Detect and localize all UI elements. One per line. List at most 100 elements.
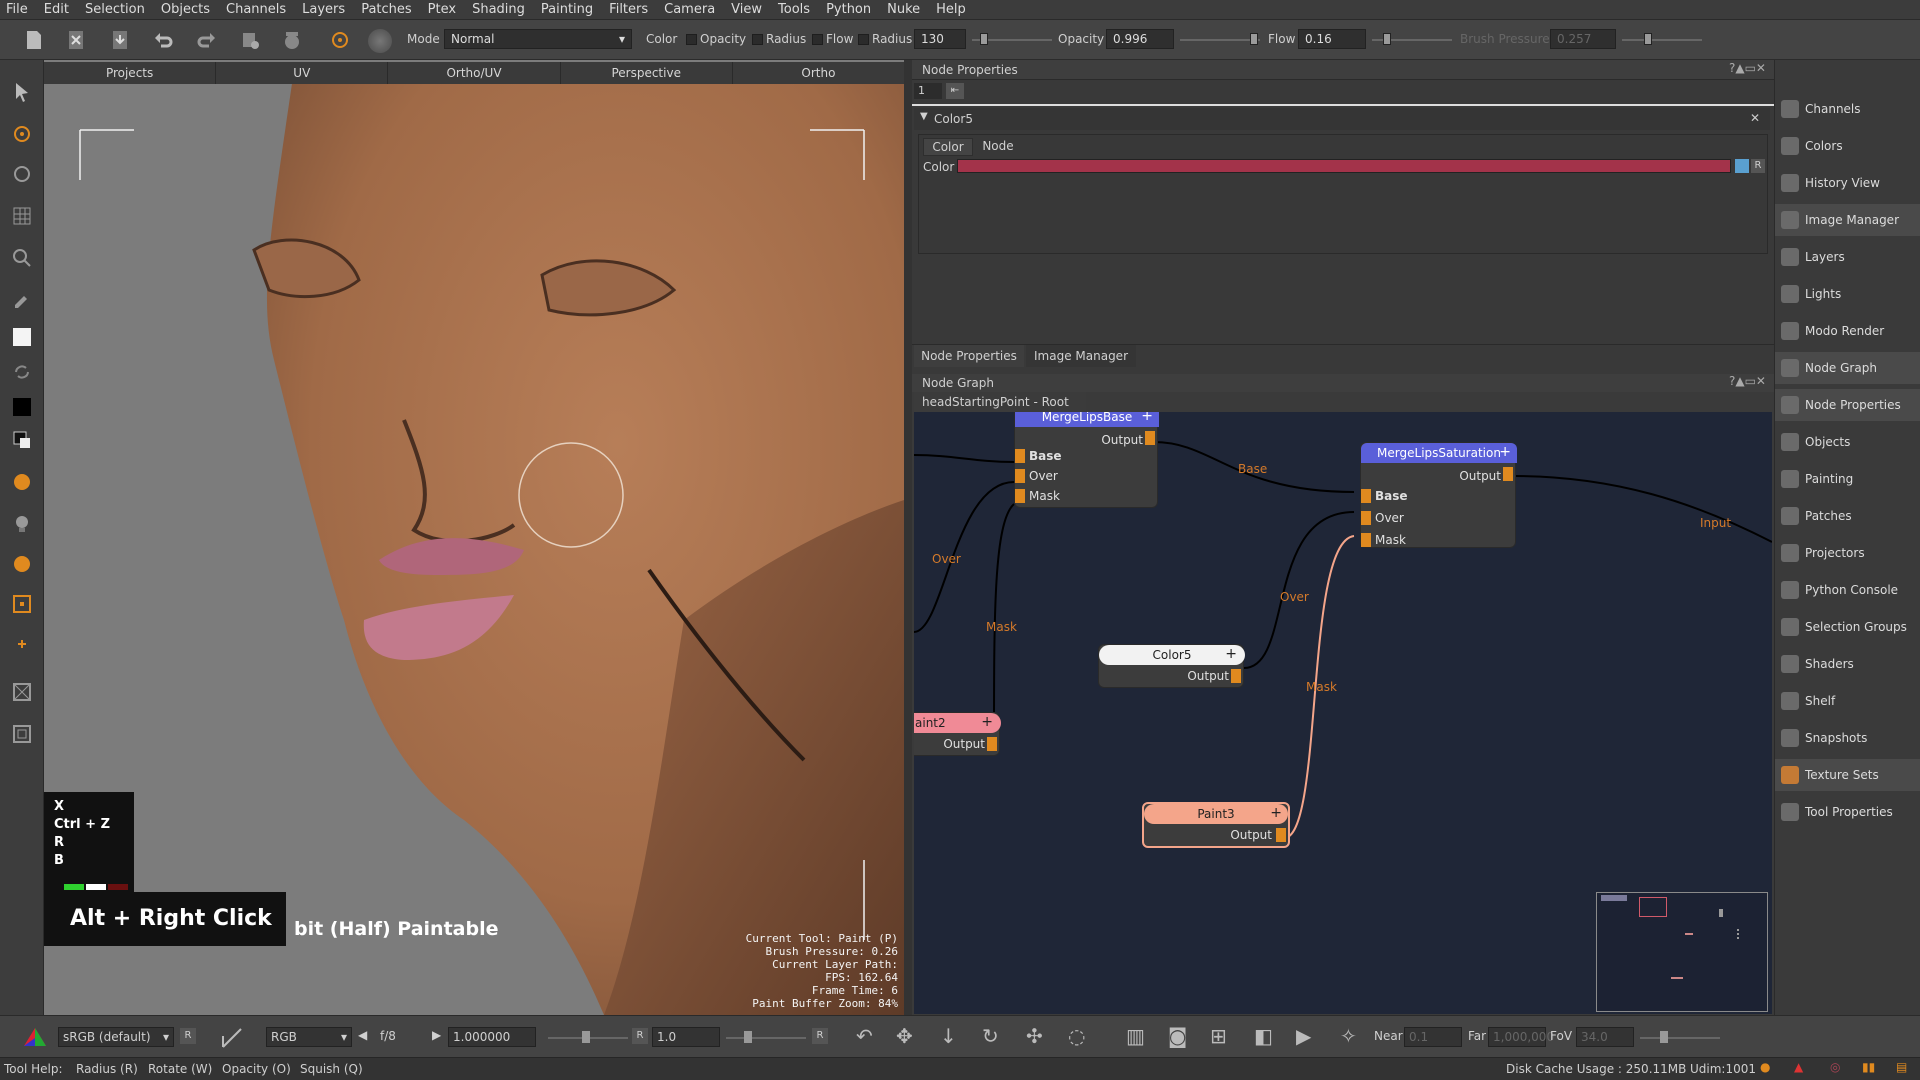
add-input-icon[interactable]: + [1499, 444, 1511, 460]
node-paint2[interactable]: aint2 + Output [914, 712, 1001, 756]
menu-selection[interactable]: Selection [85, 2, 145, 17]
menu-layers[interactable]: Layers [302, 2, 345, 17]
reset-exposure-button[interactable]: R [632, 1028, 648, 1044]
gamma-slider[interactable] [726, 1037, 806, 1039]
paint-buffer-icon[interactable] [238, 28, 262, 52]
sidebar-item-modo-render[interactable]: Modo Render [1775, 315, 1920, 347]
opacity-input[interactable]: 0.996 [1106, 29, 1174, 49]
menu-view[interactable]: View [731, 2, 762, 17]
sidebar-item-projectors[interactable]: Projectors [1775, 537, 1920, 569]
status-target-icon[interactable]: ◎ [1830, 1060, 1840, 1074]
camera-icon[interactable]: ◙ [1168, 1024, 1187, 1048]
spotlight-icon[interactable] [10, 512, 34, 536]
sidebar-item-snapshots[interactable]: Snapshots [1775, 722, 1920, 754]
sidebar-item-objects[interactable]: Objects [1775, 426, 1920, 458]
menu-channels[interactable]: Channels [226, 2, 286, 17]
sidebar-item-painting[interactable]: Painting [1775, 463, 1920, 495]
reset-gamma-button[interactable]: R [812, 1028, 828, 1044]
sidebar-item-tool-properties[interactable]: Tool Properties [1775, 796, 1920, 828]
add-input-icon[interactable]: + [981, 714, 993, 730]
sidebar-item-shelf[interactable]: Shelf [1775, 685, 1920, 717]
eyedropper-icon[interactable] [10, 286, 34, 310]
grid-tool-icon[interactable] [10, 204, 34, 228]
channel-dropdown[interactable]: RGB ▾ [266, 1027, 352, 1047]
brush-preview[interactable] [368, 29, 392, 53]
add-point-icon[interactable] [10, 632, 34, 656]
sidebar-item-lights[interactable]: Lights [1775, 278, 1920, 310]
lasso-icon[interactable]: ◌ [1068, 1024, 1085, 1048]
sidebar-item-node-properties[interactable]: Node Properties [1775, 389, 1920, 421]
reset-colorspace-button[interactable]: R [180, 1028, 196, 1044]
merge-lips-saturation-mask-port[interactable] [1361, 533, 1371, 547]
color-wheel-icon[interactable] [22, 1026, 48, 1048]
brush-pressure-input[interactable]: 0.257 [1550, 29, 1616, 49]
orbit-icon[interactable]: ✣ [1026, 1024, 1043, 1048]
undo-icon[interactable] [152, 28, 176, 52]
far-input[interactable]: 1,000,000 [1488, 1027, 1554, 1047]
menu-shading[interactable]: Shading [472, 2, 525, 17]
merge-lips-base-mask-port[interactable] [1015, 489, 1025, 503]
node-graph-canvas[interactable]: Over Mask Base Over Mask Input MergeLips… [914, 412, 1772, 1014]
menu-help[interactable]: Help [936, 2, 966, 17]
gain-curve-icon[interactable] [220, 1026, 244, 1050]
sidebar-item-node-graph[interactable]: Node Graph [1775, 352, 1920, 384]
swap-colors-icon[interactable] [10, 360, 34, 384]
status-globe-icon[interactable]: ● [1760, 1060, 1770, 1074]
magnify-tool-icon[interactable] [10, 246, 34, 270]
merge-lips-saturation-base-port[interactable] [1361, 489, 1371, 503]
film-icon[interactable]: ▶ [1296, 1024, 1311, 1048]
tab-image-manager[interactable]: Image Manager [1026, 345, 1136, 367]
panel-window-controls-icon[interactable]: ?▲▭✕ [1729, 61, 1766, 75]
flow-checkbox[interactable] [858, 34, 869, 45]
paint-through-icon[interactable] [328, 28, 352, 52]
warning-icon[interactable]: ▲ [1794, 1060, 1803, 1074]
bake-icon[interactable] [280, 28, 304, 52]
merge-lips-base-base-port[interactable] [1015, 449, 1025, 463]
brush-pressure-slider-handle[interactable] [1644, 33, 1652, 45]
near-input[interactable]: 0.1 [1404, 1027, 1462, 1047]
foreground-color-swatch[interactable] [13, 328, 31, 346]
opacity-checkbox[interactable] [752, 34, 763, 45]
tab-node-properties[interactable]: Node Properties [914, 345, 1024, 367]
mode-dropdown[interactable]: Normal ▾ [444, 29, 632, 49]
node-merge-lips-saturation[interactable]: MergeLipsSaturation + Output Base Over M… [1360, 442, 1517, 548]
memory-bars-icon[interactable]: ▮▮ [1862, 1060, 1875, 1074]
radius-input[interactable]: 130 [914, 29, 966, 49]
exposure-slider-handle[interactable] [582, 1031, 590, 1043]
node-paint3[interactable]: Paint3 + Output [1142, 802, 1290, 848]
merge-lips-saturation-over-port[interactable] [1361, 511, 1371, 525]
sidebar-item-shaders[interactable]: Shaders [1775, 648, 1920, 680]
log-icon[interactable]: ▤ [1896, 1060, 1907, 1074]
brush-pressure-slider[interactable] [1622, 39, 1702, 41]
fstop-prev-icon[interactable]: ◀ [358, 1028, 367, 1042]
marquee-select-icon[interactable] [10, 592, 34, 616]
sidebar-item-layers[interactable]: Layers [1775, 241, 1920, 273]
sidebar-item-colors[interactable]: Colors [1775, 130, 1920, 162]
menu-ptex[interactable]: Ptex [428, 2, 456, 17]
3d-viewport[interactable] [44, 60, 904, 1015]
opacity-slider[interactable] [1180, 39, 1260, 41]
menu-nuke[interactable]: Nuke [887, 2, 920, 17]
sidebar-item-python-console[interactable]: Python Console [1775, 574, 1920, 606]
tab-ortho[interactable]: Ortho [733, 62, 904, 84]
node-color5[interactable]: Color5 + Output [1098, 644, 1245, 688]
merge-lips-base-over-port[interactable] [1015, 469, 1025, 483]
pan-icon[interactable]: ✥ [896, 1024, 913, 1048]
fstop-value[interactable]: f/8 [380, 1029, 396, 1043]
fstop-next-icon[interactable]: ▶ [432, 1028, 441, 1042]
fov-slider[interactable] [1640, 1037, 1720, 1039]
save-icon[interactable] [108, 28, 132, 52]
paint2-output-port[interactable] [987, 737, 997, 751]
tab-uv[interactable]: UV [216, 62, 389, 84]
projection-box-icon[interactable] [10, 680, 34, 704]
collapse-triangle-icon[interactable]: ▼ [920, 111, 928, 122]
book-icon[interactable]: ▥ [1126, 1024, 1145, 1048]
add-input-icon[interactable]: + [1141, 412, 1153, 424]
close-file-icon[interactable] [64, 28, 88, 52]
graph-window-controls-icon[interactable]: ?▲▭✕ [1729, 374, 1766, 388]
undo-view-icon[interactable]: ↶ [856, 1024, 873, 1048]
add-input-icon[interactable]: + [1270, 805, 1282, 821]
sidebar-item-texture-sets[interactable]: Texture Sets [1775, 759, 1920, 791]
menu-painting[interactable]: Painting [541, 2, 593, 17]
menu-patches[interactable]: Patches [361, 2, 411, 17]
